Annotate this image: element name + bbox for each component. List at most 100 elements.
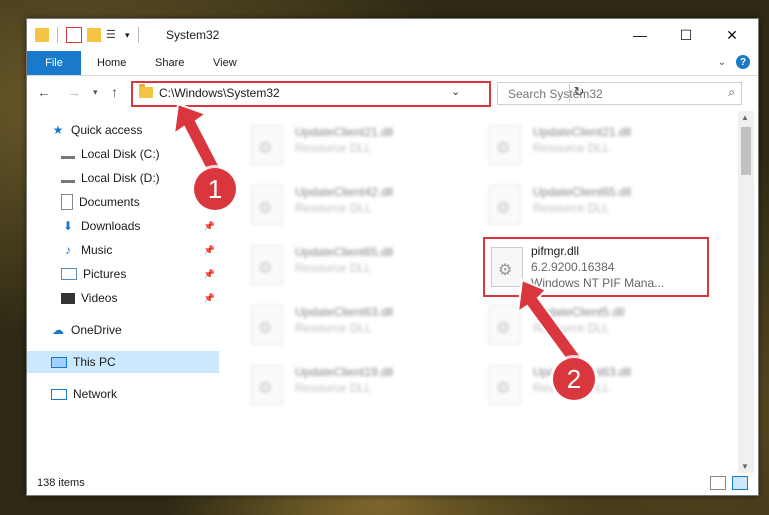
sidebar-item-pictures[interactable]: Pictures 📌 [27,263,219,285]
sidebar-item-label: Documents [79,195,140,209]
tab-view[interactable]: View [213,51,237,75]
file-description: Windows NT PIF Mana... [531,276,665,290]
scroll-up-icon[interactable]: ▲ [741,113,749,122]
search-box[interactable]: ⌕ [497,82,742,105]
sidebar-item-network[interactable]: Network [27,383,219,405]
list-item[interactable]: UpdateClient65.dll Resource DLL [485,179,715,229]
dll-file-icon [489,125,521,165]
step-badge-1: 1 [194,168,236,210]
chevron-down-icon[interactable]: ▾ [125,30,130,41]
sidebar-item-label: OneDrive [71,323,122,337]
status-bar: 138 items [27,471,758,495]
dll-file-icon [251,365,283,405]
file-description: Resource DLL [295,141,372,155]
address-bar[interactable]: C:\Windows\System32 ⌄ ↻ [131,81,584,107]
list-item[interactable]: UpdateClient42.dll Resource DLL [247,179,477,229]
sidebar-item-quick-access[interactable]: ★ Quick access [27,119,219,141]
sidebar-item-local-disk-c[interactable]: Local Disk (C:) [27,143,219,165]
file-name: UpdateClient65.dll [295,245,394,259]
video-icon [61,292,75,304]
back-button[interactable]: ← [37,84,51,100]
folder-icon[interactable] [35,28,49,42]
search-icon[interactable]: ⌕ [728,85,735,100]
sidebar-item-this-pc[interactable]: This PC [27,351,219,373]
window-title: System32 [166,28,220,42]
dll-file-icon [251,305,283,345]
list-item[interactable]: UpdateClient63.dll Resource DLL [485,359,715,409]
sidebar-item-label: Videos [81,291,118,305]
sidebar-item-local-disk-d[interactable]: Local Disk (D:) [27,167,219,189]
separator [137,27,139,43]
document-icon [61,194,73,210]
details-view-icon[interactable] [710,476,726,490]
cloud-icon: ☁ [52,323,64,337]
pin-icon: 📌 [203,292,215,303]
customize-icon[interactable]: ☰ [106,28,120,42]
drive-icon [61,150,75,159]
list-item[interactable]: UpdateClient65.dll Resource DLL [247,239,477,289]
pc-icon [51,356,67,368]
search-input[interactable] [506,83,720,104]
star-icon: ★ [52,123,64,137]
sidebar-item-label: Music [81,243,113,257]
dll-file-icon [491,247,523,287]
address-row: ← → ▾ ↑ C:\Windows\System32 ⌄ ↻ ⌕ [27,76,758,110]
sidebar-item-documents[interactable]: Documents [27,191,219,213]
list-item[interactable]: UpdateClient21.dll Resource DLL [485,119,715,169]
file-name: UpdateClient42.dll [295,185,394,199]
dll-file-icon [251,125,283,165]
sidebar-item-downloads[interactable]: ⬇ Downloads 📌 [27,215,219,237]
new-folder-icon[interactable] [87,28,101,42]
pin-icon: 📌 [203,220,215,231]
separator [57,27,58,43]
maximize-button[interactable]: ☐ [663,19,709,51]
sidebar-item-label: Local Disk (C:) [81,147,160,161]
file-name: UpdateClient19.dll [295,365,394,379]
vertical-scrollbar[interactable]: ▲ ▼ [738,111,754,473]
up-button[interactable]: ↑ [111,84,118,100]
expand-ribbon-icon[interactable]: ⌄ [718,57,726,68]
pin-icon: 📌 [203,244,215,255]
list-item[interactable]: UpdateClient5.dll Resource DLL [485,299,715,349]
file-version: 6.2.9200.16384 [531,260,615,274]
music-icon: ♪ [65,243,71,257]
tab-file[interactable]: File [27,51,81,75]
sidebar-item-label: Downloads [81,219,141,233]
file-name: pifmgr.dll [531,244,580,258]
file-name: UpdateClient21.dll [295,125,394,139]
view-buttons [710,476,748,490]
help-icon[interactable]: ? [736,55,750,69]
sidebar-item-onedrive[interactable]: ☁ OneDrive [27,319,219,341]
scroll-down-icon[interactable]: ▼ [741,462,749,471]
explorer-window: ☰ ▾ System32 — ☐ ✕ File Home Share View … [26,18,759,496]
tab-home[interactable]: Home [97,51,126,75]
file-description: Resource DLL [295,261,372,275]
close-button[interactable]: ✕ [709,19,755,51]
minimize-button[interactable]: — [617,19,663,51]
file-list: UpdateClient21.dll Resource DLL UpdateCl… [221,111,737,473]
quick-access-toolbar: ☰ ▾ [35,27,142,43]
list-item[interactable]: UpdateClient19.dll Resource DLL [247,359,477,409]
list-item[interactable]: UpdateClient21.dll Resource DLL [247,119,477,169]
forward-button[interactable]: → [67,84,81,100]
dll-file-icon [489,365,521,405]
tab-share[interactable]: Share [155,51,184,75]
sidebar-item-videos[interactable]: Videos 📌 [27,287,219,309]
highlighted-file-pifmgr[interactable]: pifmgr.dll 6.2.9200.16384 Windows NT PIF… [483,237,709,297]
list-item[interactable]: UpdateClient63.dll Resource DLL [247,299,477,349]
file-description: Resource DLL [533,201,610,215]
sidebar-item-music[interactable]: ♪ Music 📌 [27,239,219,261]
dll-file-icon [489,305,521,345]
sidebar-item-label: Network [73,387,118,401]
file-description: Resource DLL [295,201,372,215]
scroll-thumb[interactable] [741,127,751,175]
file-name: UpdateClient63.dll [295,305,394,319]
recent-locations-icon[interactable]: ▾ [93,87,98,98]
chevron-down-icon[interactable]: ⌄ [451,85,460,98]
address-path[interactable]: C:\Windows\System32 [159,86,280,100]
tiles-view-icon[interactable] [732,476,748,490]
network-icon [51,388,67,400]
folder-icon [139,84,153,98]
properties-icon[interactable] [66,27,82,43]
step-badge-2: 2 [553,358,595,400]
